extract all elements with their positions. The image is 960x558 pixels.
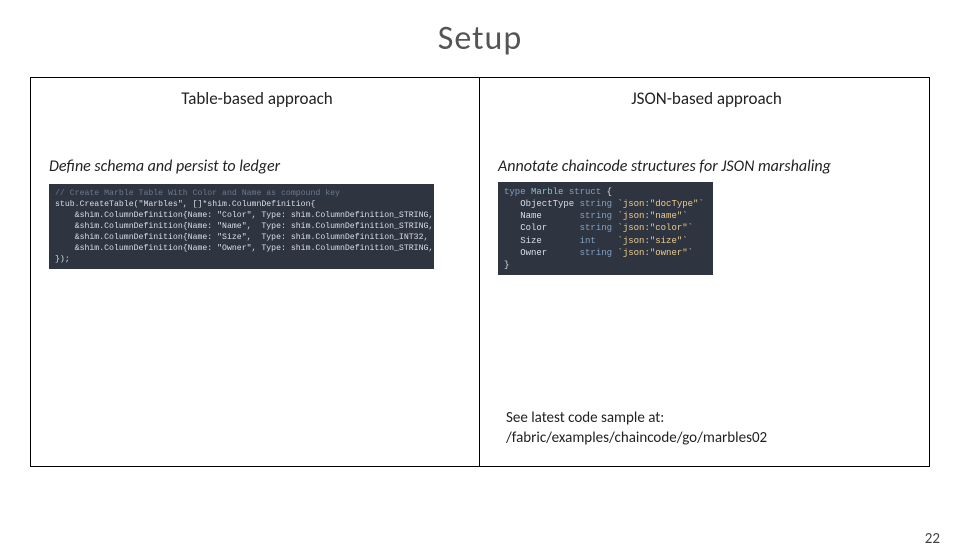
code-line: &shim.ColumnDefinition{Name: "Color", Ty… (55, 211, 434, 220)
footer-line2: /fabric/examples/chaincode/go/marbles02 (506, 429, 767, 447)
footer-line1: See latest code sample at: (506, 409, 664, 427)
left-header: Table-based approach (49, 88, 465, 109)
left-subtitle: Define schema and persist to ledger (49, 157, 465, 176)
slide: Setup Table-based approach Define schema… (0, 18, 960, 558)
code-line: stub.CreateTable("Marbles", []*shim.Colu… (55, 200, 315, 209)
code-line: &shim.ColumnDefinition{Name: "Owner", Ty… (55, 244, 434, 253)
code-line: &shim.ColumnDefinition{Name: "Size", Typ… (55, 233, 434, 242)
code-line: }); (55, 255, 70, 264)
page-title: Setup (0, 18, 960, 59)
code-comment: // Create Marble Table With Color and Na… (55, 189, 340, 198)
right-subtitle: Annotate chaincode structures for JSON m… (498, 157, 915, 176)
left-column: Table-based approach Define schema and p… (31, 78, 480, 466)
page-number: 22 (925, 530, 940, 548)
left-code-block: // Create Marble Table With Color and Na… (49, 184, 434, 269)
right-column: JSON-based approach Annotate chaincode s… (480, 78, 929, 466)
comparison-grid: Table-based approach Define schema and p… (30, 77, 930, 467)
footer-note: See latest code sample at: /fabric/examp… (506, 408, 767, 449)
right-header: JSON-based approach (498, 88, 915, 109)
code-line: &shim.ColumnDefinition{Name: "Name", Typ… (55, 222, 434, 231)
right-code-block: type Marble struct { ObjectType string `… (498, 182, 713, 275)
